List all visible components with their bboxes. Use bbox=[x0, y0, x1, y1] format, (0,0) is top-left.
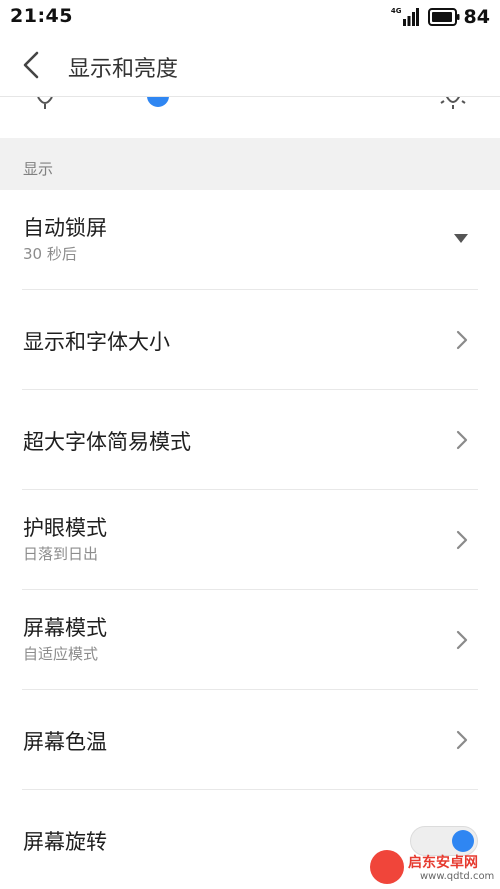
setting-subtitle: 自适应模式 bbox=[23, 645, 99, 663]
chevron-right-icon bbox=[456, 630, 468, 650]
setting-subtitle: 日落到日出 bbox=[23, 545, 99, 563]
network-type-label: 4G bbox=[390, 6, 402, 15]
setting-title: 自动锁屏 bbox=[23, 216, 107, 240]
setting-title: 显示和字体大小 bbox=[23, 330, 170, 354]
toggle-knob bbox=[452, 830, 474, 852]
status-bar: 21:45 4G 84 bbox=[0, 0, 500, 34]
setting-large-font-mode[interactable]: 超大字体简易模式 bbox=[0, 390, 500, 490]
setting-screen-mode[interactable]: 屏幕模式 自适应模式 bbox=[0, 590, 500, 690]
watermark-name: 启东安卓网 bbox=[408, 855, 478, 871]
signal-icon bbox=[402, 8, 419, 26]
battery-icon bbox=[427, 8, 460, 26]
page-title: 显示和亮度 bbox=[68, 57, 179, 82]
chevron-right-icon bbox=[456, 530, 468, 550]
chevron-right-icon bbox=[456, 430, 468, 450]
brightness-low-icon bbox=[37, 97, 53, 109]
brightness-slider[interactable] bbox=[0, 96, 500, 138]
app-bar: 显示和亮度 bbox=[0, 34, 500, 96]
section-label: 显示 bbox=[23, 160, 54, 178]
watermark-url: www.qdtd.com bbox=[420, 871, 495, 882]
setting-eye-care-mode[interactable]: 护眼模式 日落到日出 bbox=[0, 490, 500, 590]
battery-level: 84 bbox=[463, 6, 490, 28]
status-icons: 4G 84 bbox=[391, 6, 490, 28]
chevron-left-icon bbox=[23, 51, 39, 79]
setting-title: 屏幕模式 bbox=[23, 616, 107, 640]
setting-color-temperature[interactable]: 屏幕色温 bbox=[0, 690, 500, 790]
brightness-thumb[interactable] bbox=[146, 97, 169, 107]
back-button[interactable] bbox=[14, 48, 48, 82]
section-header-display: 显示 bbox=[0, 138, 500, 190]
setting-subtitle: 30 秒后 bbox=[23, 245, 77, 263]
chevron-right-icon bbox=[456, 730, 468, 750]
status-time: 21:45 bbox=[10, 5, 73, 27]
setting-title: 护眼模式 bbox=[23, 516, 107, 540]
setting-display-font-size[interactable]: 显示和字体大小 bbox=[0, 290, 500, 390]
setting-title: 屏幕色温 bbox=[23, 730, 107, 754]
watermark-logo bbox=[370, 850, 404, 884]
setting-title: 屏幕旋转 bbox=[23, 830, 107, 854]
settings-list: 自动锁屏 30 秒后 显示和字体大小 超大字体简易模式 护眼模式 日落到日出 屏… bbox=[0, 190, 500, 889]
chevron-right-icon bbox=[456, 330, 468, 350]
setting-title: 超大字体简易模式 bbox=[23, 430, 191, 454]
setting-auto-lock[interactable]: 自动锁屏 30 秒后 bbox=[0, 190, 500, 290]
brightness-high-icon bbox=[440, 97, 466, 109]
dropdown-caret-icon bbox=[454, 234, 468, 243]
